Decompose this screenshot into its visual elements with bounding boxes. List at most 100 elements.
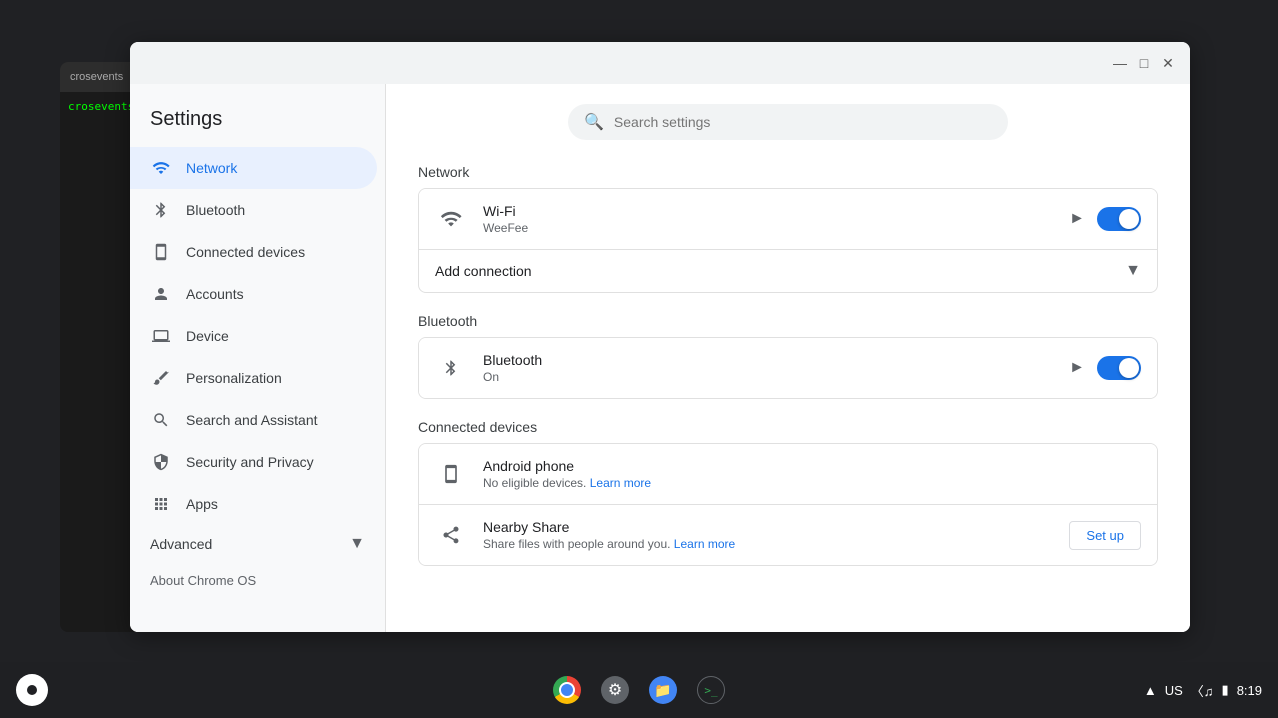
sidebar-label-search: Search and Assistant <box>186 412 318 428</box>
bluetooth-card: Bluetooth On ► <box>418 337 1158 399</box>
sidebar-label-personalization: Personalization <box>186 370 282 386</box>
chrome-icon <box>553 676 581 704</box>
sidebar-item-connected-devices[interactable]: Connected devices <box>130 231 377 273</box>
settings-window: — □ ✕ Settings Network Bluetooth <box>130 42 1190 632</box>
wifi-chevron-icon: ► <box>1069 210 1085 228</box>
person-icon <box>150 283 172 305</box>
sidebar: Settings Network Bluetooth Connected dev… <box>130 84 386 632</box>
shield-icon <box>150 451 172 473</box>
settings-taskbar-item[interactable]: ⚙ <box>593 668 637 712</box>
sidebar-label-apps: Apps <box>186 496 218 512</box>
sidebar-item-device[interactable]: Device <box>130 315 377 357</box>
nearby-share-learn-more[interactable]: Learn more <box>674 537 735 551</box>
search-bar: 🔍 <box>568 104 1008 140</box>
sidebar-label-accounts: Accounts <box>186 286 244 302</box>
sidebar-advanced-label: Advanced <box>150 536 349 552</box>
set-up-button[interactable]: Set up <box>1069 521 1141 550</box>
sidebar-label-connected-devices: Connected devices <box>186 244 305 260</box>
bluetooth-toggle[interactable] <box>1097 356 1141 380</box>
wifi-icon <box>150 157 172 179</box>
taskbar-right: ▲ US 〈♫ ▮ 8:19 <box>1144 681 1262 700</box>
launcher-dot-inner <box>27 685 37 695</box>
nearby-share-info: Nearby Share Share files with people aro… <box>483 519 1069 551</box>
chrome-taskbar-item[interactable] <box>545 668 589 712</box>
taskbar-left <box>16 674 48 706</box>
search-input[interactable] <box>614 114 992 130</box>
sidebar-item-bluetooth[interactable]: Bluetooth <box>130 189 377 231</box>
wifi-ssid: WeeFee <box>483 221 1069 235</box>
sidebar-item-personalization[interactable]: Personalization <box>130 357 377 399</box>
nearby-share-title: Nearby Share <box>483 519 1069 535</box>
search-circle-icon <box>150 409 172 431</box>
close-button[interactable]: ✕ <box>1158 53 1178 73</box>
minimize-button[interactable]: — <box>1110 53 1130 73</box>
files-taskbar-item[interactable]: 📁 <box>641 668 685 712</box>
taskbar-us-label: US <box>1165 683 1183 698</box>
wifi-title: Wi-Fi <box>483 203 1069 219</box>
search-icon: 🔍 <box>584 112 604 132</box>
bluetooth-controls: ► <box>1069 356 1141 380</box>
bluetooth-status: On <box>483 370 1069 384</box>
bluetooth-chevron-icon: ► <box>1069 359 1085 377</box>
sidebar-label-network: Network <box>186 160 237 176</box>
terminal-icon: >_ <box>697 676 725 704</box>
nearby-share-item: Nearby Share Share files with people aro… <box>419 505 1157 565</box>
main-layout: Settings Network Bluetooth Connected dev… <box>130 84 1190 632</box>
bluetooth-section-title: Bluetooth <box>418 313 1158 329</box>
launcher-button[interactable] <box>16 674 48 706</box>
android-phone-sub-text: No eligible devices. <box>483 476 586 490</box>
terminal-taskbar-item[interactable]: >_ <box>689 668 733 712</box>
gear-icon: ⚙ <box>601 676 629 704</box>
titlebar: — □ ✕ <box>130 42 1190 84</box>
taskbar-time: 8:19 <box>1237 683 1262 698</box>
add-connection-item[interactable]: Add connection ▼ <box>419 250 1157 292</box>
search-container: 🔍 <box>418 104 1158 140</box>
wifi-toggle[interactable] <box>1097 207 1141 231</box>
sidebar-item-search[interactable]: Search and Assistant <box>130 399 377 441</box>
android-phone-item: Android phone No eligible devices. Learn… <box>419 444 1157 505</box>
content-area: 🔍 Network Wi-Fi WeeFee ► <box>386 84 1190 632</box>
sidebar-label-device: Device <box>186 328 229 344</box>
android-phone-sub: No eligible devices. Learn more <box>483 476 1141 490</box>
laptop-icon <box>150 325 172 347</box>
taskbar-items: ⚙ 📁 >_ <box>545 668 733 712</box>
bluetooth-item-icon <box>435 352 467 384</box>
terminal-title: crosevents <box>70 71 123 83</box>
wifi-toggle-knob <box>1119 209 1139 229</box>
sidebar-item-apps[interactable]: Apps <box>130 483 377 525</box>
wifi-item[interactable]: Wi-Fi WeeFee ► <box>419 189 1157 250</box>
bluetooth-icon <box>150 199 172 221</box>
wifi-item-icon <box>435 203 467 235</box>
bluetooth-title: Bluetooth <box>483 352 1069 368</box>
maximize-button[interactable]: □ <box>1134 53 1154 73</box>
android-phone-learn-more[interactable]: Learn more <box>590 476 651 490</box>
add-connection-chevron-icon: ▼ <box>1125 262 1141 280</box>
sidebar-item-network[interactable]: Network <box>130 147 377 189</box>
nearby-share-sub: Share files with people around you. Lear… <box>483 537 1069 551</box>
connected-devices-section-title: Connected devices <box>418 419 1158 435</box>
bluetooth-item[interactable]: Bluetooth On ► <box>419 338 1157 398</box>
connected-devices-card: Android phone No eligible devices. Learn… <box>418 443 1158 566</box>
nearby-share-icon <box>435 519 467 551</box>
android-phone-icon <box>435 458 467 490</box>
sidebar-label-bluetooth: Bluetooth <box>186 202 245 218</box>
sidebar-item-accounts[interactable]: Accounts <box>130 273 377 315</box>
bluetooth-info: Bluetooth On <box>483 352 1069 384</box>
network-card: Wi-Fi WeeFee ► Add connection ▼ <box>418 188 1158 293</box>
sidebar-label-security: Security and Privacy <box>186 454 314 470</box>
sidebar-title: Settings <box>130 100 385 147</box>
wifi-status-icon: 〈♫ <box>1191 681 1214 700</box>
apps-icon <box>150 493 172 515</box>
wifi-controls: ► <box>1069 207 1141 231</box>
android-phone-title: Android phone <box>483 458 1141 474</box>
nearby-share-right: Set up <box>1069 521 1141 550</box>
taskbar-system-tray[interactable]: ▲ <box>1144 683 1157 698</box>
taskbar: ⚙ 📁 >_ ▲ US 〈♫ ▮ 8:19 <box>0 662 1278 718</box>
sidebar-item-security[interactable]: Security and Privacy <box>130 441 377 483</box>
phone-icon <box>150 241 172 263</box>
sidebar-advanced[interactable]: Advanced ▼ <box>130 525 385 563</box>
files-icon: 📁 <box>649 676 677 704</box>
sidebar-about[interactable]: About Chrome OS <box>130 563 385 598</box>
android-phone-info: Android phone No eligible devices. Learn… <box>483 458 1141 490</box>
network-section-title: Network <box>418 164 1158 180</box>
